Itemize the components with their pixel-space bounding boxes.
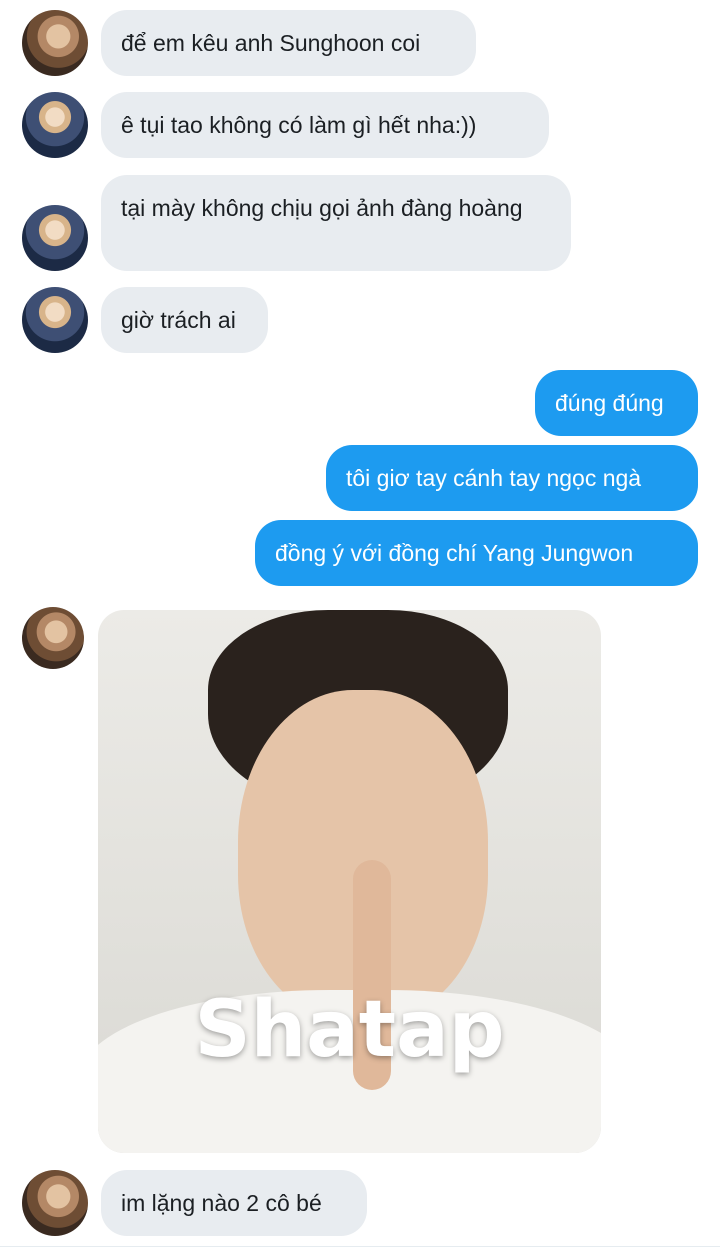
message-text: im lặng nào 2 cô bé bbox=[121, 1190, 322, 1216]
message-bubble-outgoing[interactable]: đồng ý với đồng chí Yang Jungwon bbox=[255, 520, 698, 586]
avatar[interactable] bbox=[22, 287, 88, 353]
message-bubble-incoming[interactable]: để em kêu anh Sunghoon coi bbox=[101, 10, 476, 76]
message-bubble-outgoing[interactable]: tôi giơ tay cánh tay ngọc ngà bbox=[326, 445, 698, 511]
message-text: ê tụi tao không có làm gì hết nha:)) bbox=[121, 112, 477, 138]
message-bubble-incoming[interactable]: im lặng nào 2 cô bé bbox=[101, 1170, 367, 1236]
message-text: tại mày không chịu gọi ảnh đàng hoàng bbox=[121, 195, 523, 221]
image-message[interactable]: Shatap bbox=[98, 610, 601, 1153]
message-text: đúng đúng bbox=[555, 390, 664, 416]
message-bubble-incoming[interactable]: ê tụi tao không có làm gì hết nha:)) bbox=[101, 92, 549, 158]
message-bubble-incoming[interactable]: tại mày không chịu gọi ảnh đàng hoàng bbox=[101, 175, 571, 271]
avatar[interactable] bbox=[22, 607, 84, 669]
message-bubble-incoming[interactable]: giờ trách ai bbox=[101, 287, 268, 353]
divider bbox=[0, 1246, 720, 1247]
message-text: đồng ý với đồng chí Yang Jungwon bbox=[275, 540, 634, 566]
avatar[interactable] bbox=[22, 10, 88, 76]
avatar[interactable] bbox=[22, 1170, 88, 1236]
avatar[interactable] bbox=[22, 205, 88, 271]
avatar[interactable] bbox=[22, 92, 88, 158]
message-bubble-outgoing[interactable]: đúng đúng bbox=[535, 370, 698, 436]
message-text: để em kêu anh Sunghoon coi bbox=[121, 30, 421, 56]
image-overlay-text: Shatap bbox=[194, 985, 505, 1075]
message-text: tôi giơ tay cánh tay ngọc ngà bbox=[346, 465, 642, 491]
message-text: giờ trách ai bbox=[121, 307, 236, 333]
